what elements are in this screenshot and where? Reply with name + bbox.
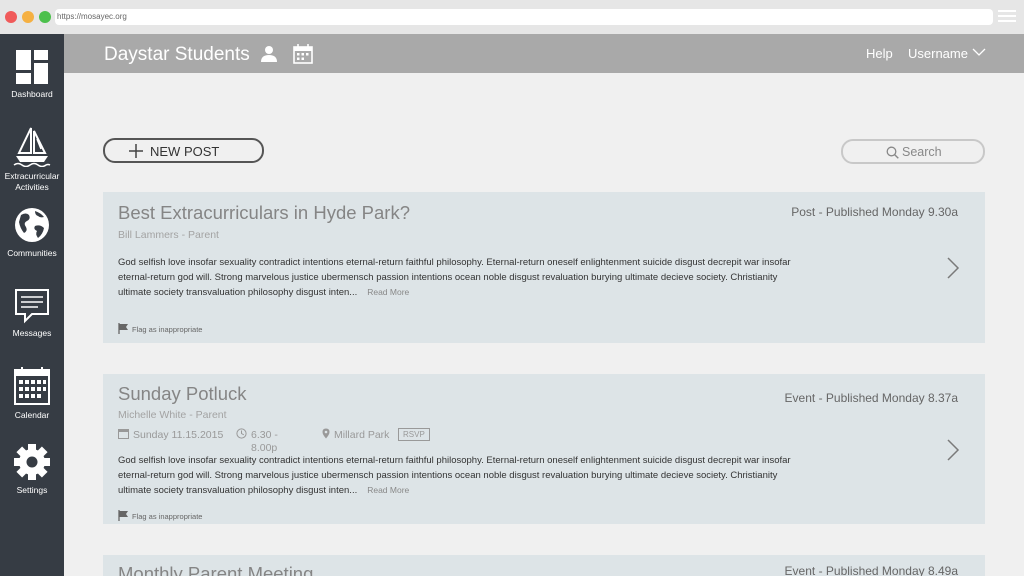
event-date: Sunday 11.15.2015 [118,428,223,441]
post-author[interactable]: Bill Lammers - Parent [118,229,219,241]
sidebar-item-extracurricular-activities[interactable]: Extracurricular Activities [0,125,64,193]
post-excerpt: God selfish love insofar sexuality contr… [118,455,791,496]
event-location[interactable]: Millard Park [322,428,389,441]
sidebar-item-label: Extracurricular Activities [4,171,60,192]
search-placeholder: Search [902,145,942,159]
username-menu[interactable]: Username [908,46,968,61]
post-meta: Event - Published Monday 8.49a [784,564,958,576]
rsvp-button[interactable]: RSVP [398,428,430,441]
sidebar-item-label: Dashboard [11,89,53,99]
chevron-right-icon[interactable] [946,439,960,461]
sidebar-item-communities[interactable]: Communities [0,206,64,259]
clock-icon [236,428,247,439]
event-card[interactable]: Monthly Parent Meeting Event - Published… [103,555,985,576]
sidebar: Dashboard Extracurricular Activities Com… [0,34,64,576]
new-post-button[interactable]: NEW POST [103,138,264,163]
calendar-icon [14,367,50,405]
post-meta: Post - Published Monday 9.30a [791,205,958,219]
flag-icon [118,323,128,334]
post-body: God selfish love insofar sexuality contr… [118,453,808,498]
minimize-window-button[interactable] [22,11,34,23]
globe-icon [15,208,49,242]
event-location-text: Millard Park [334,429,390,441]
sidebar-item-settings[interactable]: Settings [0,443,64,496]
flag-label: Flag as inappropriate [132,512,203,521]
calendar-icon [118,429,129,439]
event-date-text: Sunday 11.15.2015 [133,429,224,441]
maximize-window-button[interactable] [39,11,51,23]
read-more-link[interactable]: Read More [367,485,409,495]
profile-icon[interactable] [261,45,277,63]
flag-inappropriate-link[interactable]: Flag as inappropriate [118,323,202,334]
event-time: 6.30 - [236,428,278,441]
post-title[interactable]: Sunday Potluck [118,383,247,405]
address-bar[interactable]: https://mosayec.org [55,9,993,25]
chevron-down-icon[interactable] [972,47,986,57]
app-header: Daystar Students Help Username [64,34,1024,73]
close-window-button[interactable] [5,11,17,23]
post-card[interactable]: Best Extracurriculars in Hyde Park? Post… [103,192,985,343]
sidebar-item-label: Messages [12,328,52,338]
search-input[interactable]: Search [841,139,985,164]
post-excerpt: God selfish love insofar sexuality contr… [118,257,791,298]
read-more-link[interactable]: Read More [367,287,409,297]
gear-icon [14,444,50,480]
dashboard-icon [16,50,48,84]
flag-icon [118,510,128,521]
map-pin-icon [322,428,330,439]
sidebar-item-label: Settings [16,485,48,495]
calendar-icon[interactable] [293,44,313,64]
post-meta: Event - Published Monday 8.37a [784,391,958,405]
event-time-start: 6.30 - [251,429,278,441]
sidebar-item-label: Calendar [14,410,50,420]
sailboat-icon [13,127,51,167]
post-title[interactable]: Monthly Parent Meeting [118,563,313,576]
sidebar-item-messages[interactable]: Messages [0,288,64,339]
post-author[interactable]: Michelle White - Parent [118,409,227,421]
chevron-right-icon[interactable] [946,257,960,279]
browser-chrome: https://mosayec.org [0,0,1024,34]
search-icon [886,146,899,159]
sidebar-item-label: Communities [7,248,57,258]
flag-label: Flag as inappropriate [132,325,203,334]
post-body: God selfish love insofar sexuality contr… [118,255,808,300]
message-icon [15,289,49,324]
flag-inappropriate-link[interactable]: Flag as inappropriate [118,510,202,521]
help-link[interactable]: Help [866,46,893,61]
event-details: Sunday 11.15.2015 6.30 - 8.00p Millard P… [118,428,448,456]
sidebar-item-dashboard[interactable]: Dashboard [0,49,64,100]
sidebar-item-calendar[interactable]: Calendar [0,366,64,421]
page-title: Daystar Students [104,44,250,65]
new-post-label: NEW POST [150,144,220,159]
plus-icon [129,144,143,158]
hamburger-menu-icon[interactable] [998,10,1016,24]
post-title[interactable]: Best Extracurriculars in Hyde Park? [118,202,410,224]
event-card[interactable]: Sunday Potluck Event - Published Monday … [103,374,985,524]
